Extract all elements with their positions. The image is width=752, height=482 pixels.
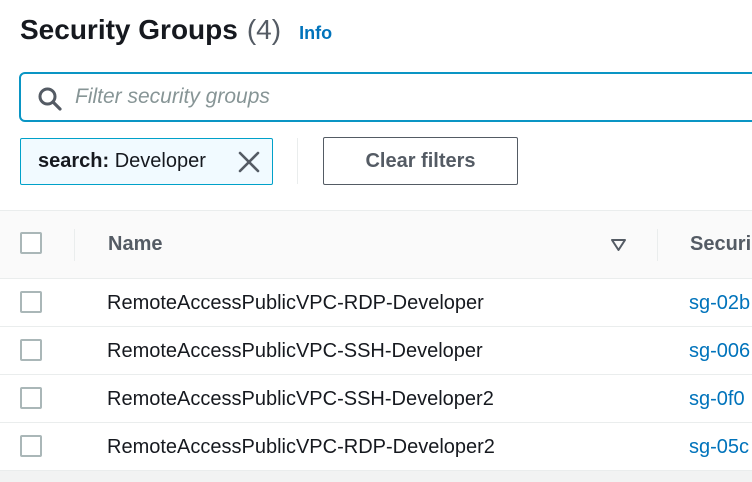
row-checkbox[interactable] xyxy=(20,435,42,457)
security-group-id-link[interactable]: sg-0f0 xyxy=(689,388,745,411)
table-footer xyxy=(0,471,752,482)
search-icon xyxy=(38,87,62,111)
column-header-name[interactable]: Name xyxy=(108,233,162,256)
table-row[interactable]: RemoteAccessPublicVPC-RDP-Developer2 sg-… xyxy=(0,423,752,471)
security-groups-page: Security Groups (4) Info search: Develop… xyxy=(0,0,752,482)
clear-filters-button[interactable]: Clear filters xyxy=(323,137,518,185)
table-row[interactable]: RemoteAccessPublicVPC-SSH-Developer2 sg-… xyxy=(0,375,752,423)
table-row[interactable]: RemoteAccessPublicVPC-RDP-Developer sg-0… xyxy=(0,279,752,327)
info-link[interactable]: Info xyxy=(299,23,332,44)
filter-token-value: Developer xyxy=(114,150,206,172)
close-icon[interactable] xyxy=(236,149,262,175)
filter-token-text: search: Developer xyxy=(38,150,206,173)
security-group-name: RemoteAccessPublicVPC-RDP-Developer xyxy=(107,292,484,314)
security-group-id-link[interactable]: sg-05c xyxy=(689,436,749,459)
table-header: Name Securi xyxy=(0,210,752,279)
security-group-name: RemoteAccessPublicVPC-RDP-Developer2 xyxy=(107,436,495,458)
page-header: Security Groups (4) Info xyxy=(20,14,332,50)
search-box[interactable] xyxy=(19,72,752,122)
column-divider xyxy=(657,229,658,261)
row-checkbox[interactable] xyxy=(20,291,42,313)
security-group-id-link[interactable]: sg-006 xyxy=(689,340,750,363)
select-all-checkbox[interactable] xyxy=(20,232,42,254)
column-header-security-group-id[interactable]: Securi xyxy=(690,233,751,256)
filter-token-key: search: xyxy=(38,150,110,172)
filter-token: search: Developer xyxy=(20,138,273,185)
row-checkbox[interactable] xyxy=(20,387,42,409)
security-group-name: RemoteAccessPublicVPC-SSH-Developer xyxy=(107,340,483,362)
row-checkbox[interactable] xyxy=(20,339,42,361)
sort-descending-icon[interactable] xyxy=(610,238,627,252)
toolbar-divider xyxy=(297,138,298,184)
security-group-name: RemoteAccessPublicVPC-SSH-Developer2 xyxy=(107,388,494,410)
column-divider xyxy=(74,229,75,261)
resource-count: (4) xyxy=(246,14,282,45)
search-input[interactable] xyxy=(75,82,725,112)
page-title: Security Groups xyxy=(20,14,238,45)
table-row[interactable]: RemoteAccessPublicVPC-SSH-Developer sg-0… xyxy=(0,327,752,375)
security-group-id-link[interactable]: sg-02b xyxy=(689,292,750,315)
